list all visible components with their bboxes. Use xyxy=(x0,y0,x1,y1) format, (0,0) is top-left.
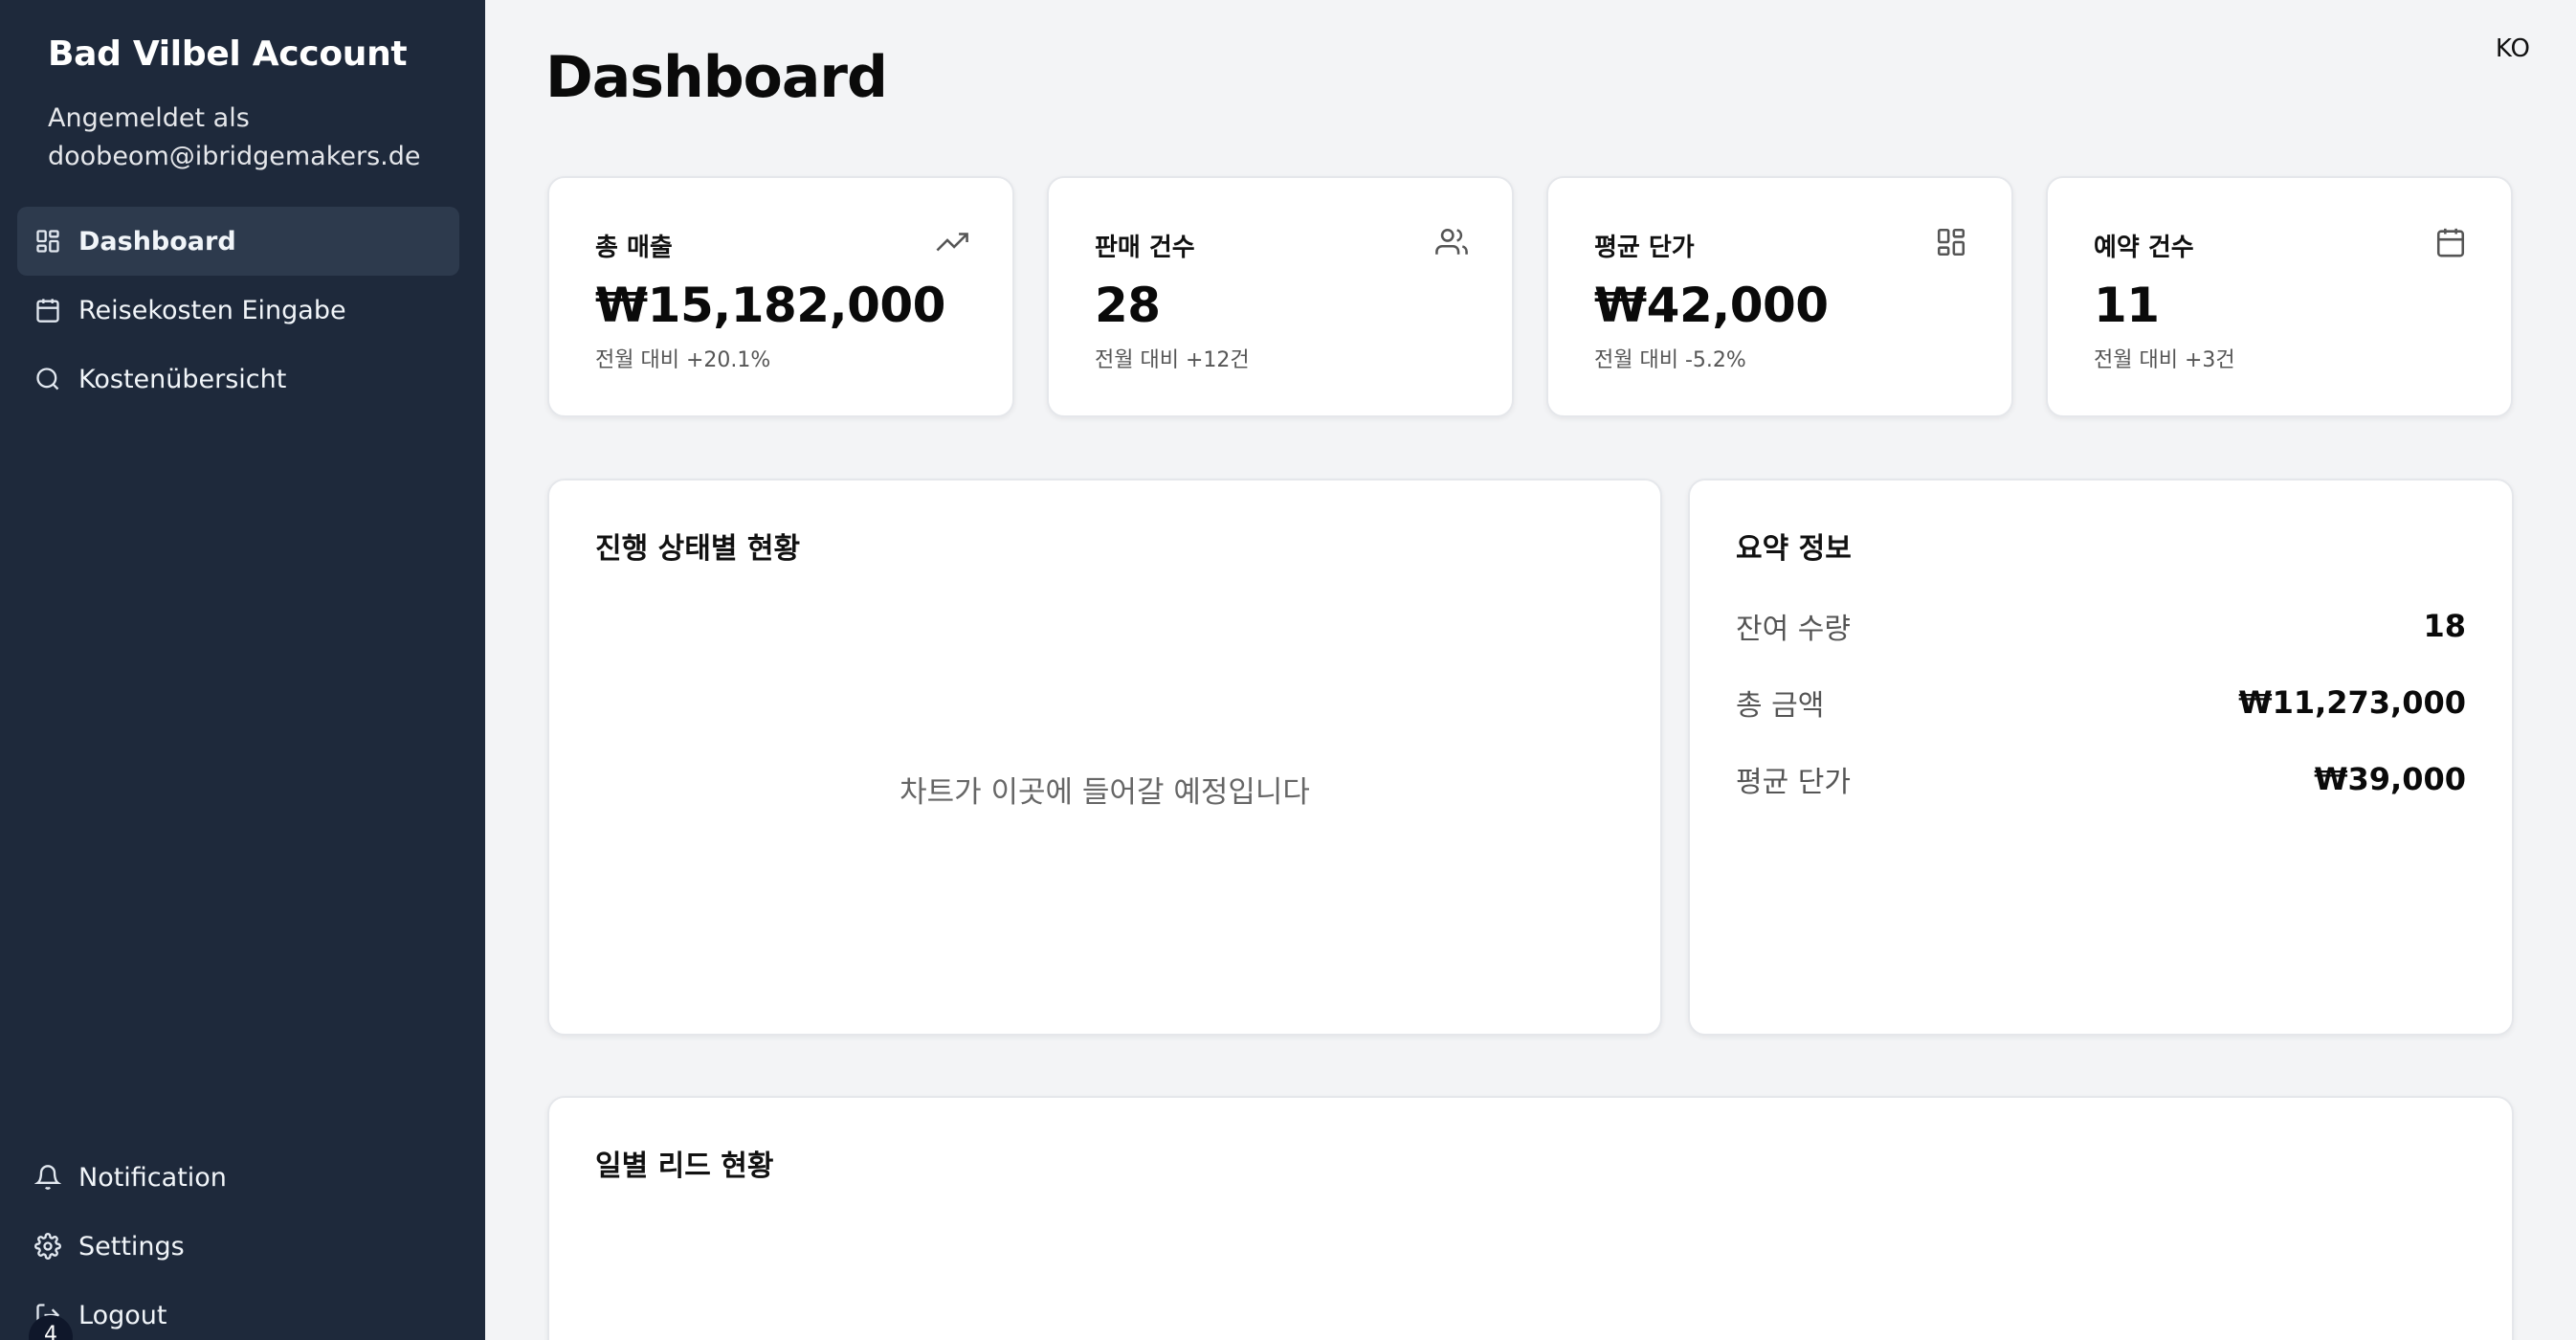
gear-icon xyxy=(33,1231,63,1262)
chart-placeholder: 차트가 이곳에 들어갈 예정입니다 xyxy=(899,775,1310,810)
dashboard-grid-icon xyxy=(33,226,63,257)
stat-card-total-sales: 총 매출 ₩15,182,000 전월 대비 +20.1% xyxy=(547,176,1014,417)
sidebar-item-kostenuebersicht[interactable]: Kostenübersicht xyxy=(17,345,459,413)
grid-icon xyxy=(1935,226,1967,258)
app-brand: Bad Vilbel Account xyxy=(48,34,408,74)
summary-key: 잔여 수량 xyxy=(1736,613,1851,646)
panel-title: 일별 리드 현황 xyxy=(595,1150,774,1183)
sidebar-item-label: Dashboard xyxy=(78,226,236,257)
calendar-icon xyxy=(2434,226,2467,258)
stat-card-bookings: 예약 건수 11 전월 대비 +3건 xyxy=(2046,176,2513,417)
sidebar-item-notification[interactable]: Notification xyxy=(17,1143,459,1212)
summary-value: ₩39,000 xyxy=(2314,761,2466,797)
sidebar-nav: Dashboard Reisekosten Eingabe Kostenüber… xyxy=(17,207,459,413)
users-icon xyxy=(1435,226,1468,258)
stat-subtext: 전월 대비 -5.2% xyxy=(1594,348,1746,372)
panel-title: 진행 상태별 현황 xyxy=(595,532,801,566)
stat-card-average-price: 평균 단가 ₩42,000 전월 대비 -5.2% xyxy=(1546,176,2013,417)
language-switcher[interactable]: KO xyxy=(2496,34,2530,63)
sidebar-item-label: Notification xyxy=(78,1162,227,1193)
sidebar-item-settings[interactable]: Settings xyxy=(17,1212,459,1281)
panel-title: 요약 정보 xyxy=(1736,532,1852,566)
stat-value: ₩42,000 xyxy=(1594,278,1829,333)
sidebar-item-label: Reisekosten Eingabe xyxy=(78,295,346,325)
stat-label: 예약 건수 xyxy=(2094,234,2194,262)
calendar-icon xyxy=(33,295,63,325)
stat-value: 28 xyxy=(1095,278,1161,333)
sidebar-item-reisekosten[interactable]: Reisekosten Eingabe xyxy=(17,276,459,345)
summary-key: 평균 단가 xyxy=(1736,766,1851,799)
login-info: Angemeldet als doobeom@ibridgemakers.de xyxy=(48,100,421,176)
page-title: Dashboard xyxy=(545,44,888,111)
stat-label: 총 매출 xyxy=(595,234,673,262)
summary-key: 총 금액 xyxy=(1736,689,1825,723)
daily-leads-panel: 일별 리드 현황 xyxy=(547,1096,2514,1340)
stat-value: ₩15,182,000 xyxy=(595,278,945,333)
status-chart-panel: 진행 상태별 현황 차트가 이곳에 들어갈 예정입니다 xyxy=(547,479,1662,1036)
stat-value: 11 xyxy=(2094,278,2160,333)
stat-subtext: 전월 대비 +20.1% xyxy=(595,348,771,372)
stat-subtext: 전월 대비 +12건 xyxy=(1095,348,1250,372)
sidebar-item-label: Logout xyxy=(78,1300,167,1330)
login-email: doobeom@ibridgemakers.de xyxy=(48,142,421,171)
login-prefix: Angemeldet als xyxy=(48,103,250,133)
summary-row: 잔여 수량 18 xyxy=(1736,605,2466,647)
main-content: Dashboard KO 총 매출 ₩15,182,000 전월 대비 +20.… xyxy=(485,0,2576,1340)
summary-value: 18 xyxy=(2423,608,2466,644)
stat-label: 판매 건수 xyxy=(1095,234,1195,262)
sidebar: Bad Vilbel Account Angemeldet als doobeo… xyxy=(0,0,485,1340)
sidebar-item-logout[interactable]: Logout xyxy=(17,1281,459,1340)
sidebar-item-label: Settings xyxy=(78,1231,185,1262)
stat-label: 평균 단가 xyxy=(1594,234,1695,262)
sidebar-item-label: Kostenübersicht xyxy=(78,364,287,394)
sidebar-item-dashboard[interactable]: Dashboard xyxy=(17,207,459,276)
summary-value: ₩11,273,000 xyxy=(2238,684,2466,721)
stat-card-sales-count: 판매 건수 28 전월 대비 +12건 xyxy=(1047,176,1514,417)
trending-up-icon xyxy=(936,226,968,258)
bell-icon xyxy=(33,1162,63,1193)
summary-panel: 요약 정보 잔여 수량 18 총 금액 ₩11,273,000 평균 단가 ₩3… xyxy=(1688,479,2514,1036)
summary-row: 총 금액 ₩11,273,000 xyxy=(1736,681,2466,724)
sidebar-bottom-nav: Notification Settings Logout xyxy=(17,1143,459,1340)
stat-subtext: 전월 대비 +3건 xyxy=(2094,348,2235,372)
summary-row: 평균 단가 ₩39,000 xyxy=(1736,758,2466,800)
search-icon xyxy=(33,364,63,394)
